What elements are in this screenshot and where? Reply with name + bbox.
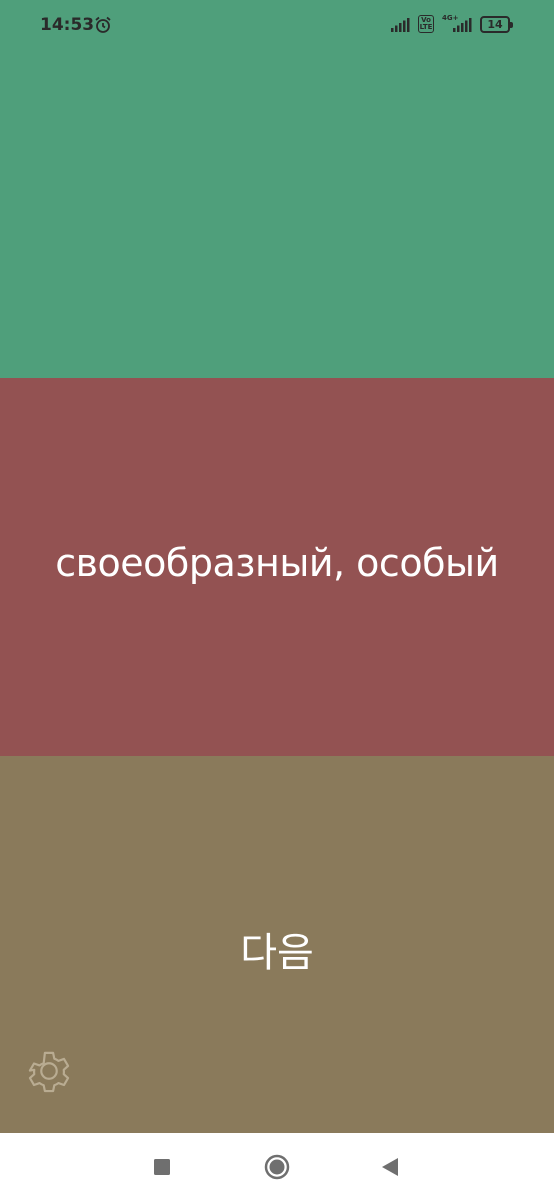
volte-badge: Vo LTE: [418, 15, 434, 33]
triangle-back-icon: [382, 1158, 398, 1176]
top-card-panel: [0, 0, 554, 378]
translation-panel: своеобразный, особый: [0, 378, 554, 756]
battery-level: 14: [487, 18, 503, 31]
circle-icon: [264, 1154, 290, 1180]
status-time: 14:53: [40, 15, 95, 35]
square-icon: [154, 1159, 170, 1175]
back-button[interactable]: [376, 1153, 404, 1181]
next-button[interactable]: 다음: [0, 756, 554, 1133]
signal-strength-icon-2: [453, 18, 472, 32]
settings-button[interactable]: [20, 1042, 78, 1100]
recents-button[interactable]: [148, 1153, 176, 1181]
system-navigation-bar: [0, 1133, 554, 1200]
translation-text: своеобразный, особый: [55, 541, 499, 585]
battery-icon: 14: [480, 16, 513, 33]
home-button[interactable]: [263, 1153, 291, 1181]
alarm-icon: [95, 16, 111, 33]
gear-icon: [28, 1051, 70, 1093]
next-label: 다음: [240, 930, 314, 976]
status-bar: 14:53 Vo LTE 4G+ 14: [0, 0, 554, 50]
signal-strength-icon: [391, 18, 410, 32]
volte-bottom-label: LTE: [419, 23, 433, 31]
next-panel: 다음: [0, 756, 554, 1133]
